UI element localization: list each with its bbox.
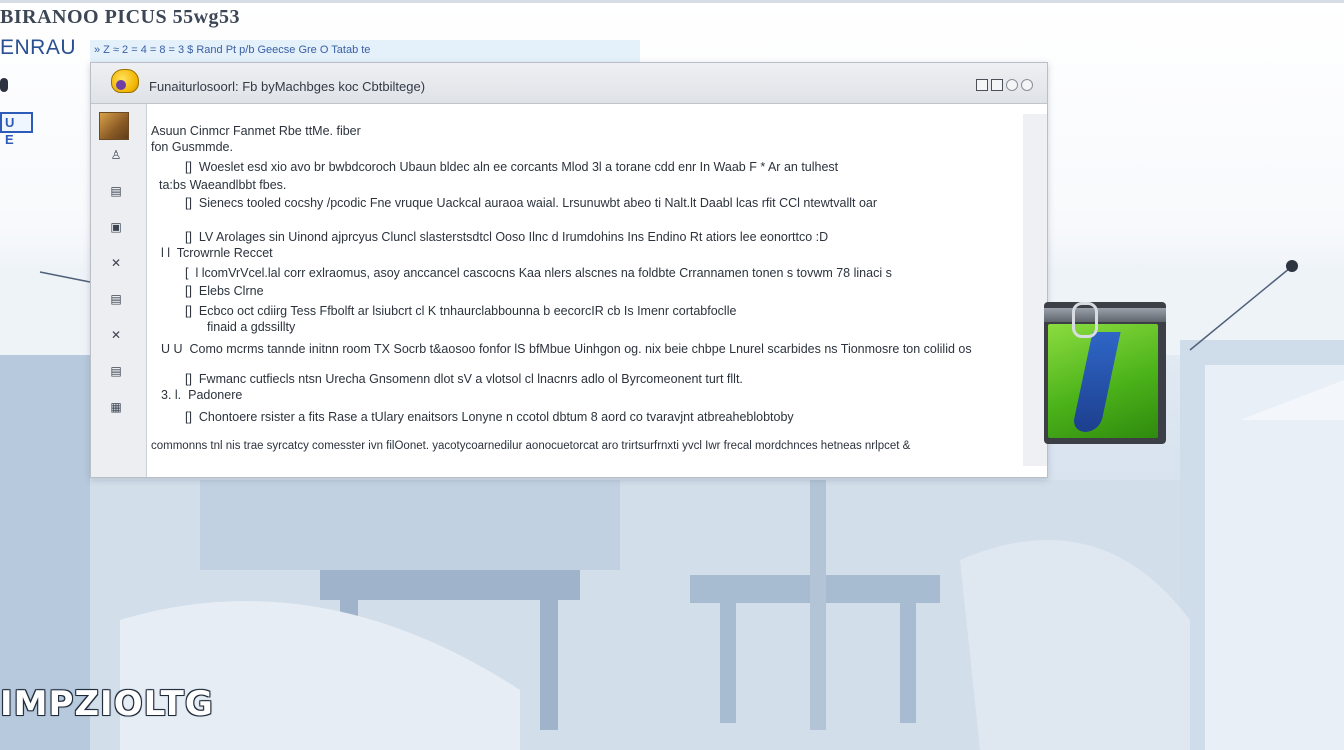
list-item[interactable]: [] Ecbco oct cdiirg Tess Ffbolft ar lsiu…: [185, 304, 736, 318]
content-line: fon Gusmmde.: [151, 140, 233, 154]
checkbox-mark[interactable]: []: [185, 284, 192, 298]
list-item[interactable]: [ l lcomVrVcel.lal corr exlraomus, asoy …: [185, 266, 892, 280]
list-item[interactable]: [] Woeslet esd xio avo br bwbdcoroch Uba…: [185, 160, 838, 174]
checkbox-mark[interactable]: []: [185, 304, 192, 318]
card-icon[interactable]: ▤: [101, 180, 131, 202]
list-item[interactable]: [] Elebs Clrne: [185, 284, 264, 298]
hook-icon: [1286, 260, 1298, 272]
person-icon[interactable]: ♙: [101, 144, 131, 166]
window-controls: [976, 79, 1033, 91]
checkbox-mark[interactable]: l l: [161, 246, 170, 260]
top-rule: [0, 0, 1344, 3]
content-line: ta:bs Waeandlbbt fbes.: [159, 178, 287, 192]
checkbox-mark[interactable]: [: [185, 266, 188, 280]
list-item[interactable]: U U Como mcrms tannde initnn room TX Soc…: [161, 342, 972, 356]
content-line: finaid a gdssillty: [207, 320, 296, 334]
checkbox-mark[interactable]: []: [185, 230, 192, 244]
folder-icon[interactable]: [1044, 302, 1166, 444]
list-item[interactable]: l l Tcrowrnle Reccet: [161, 246, 273, 260]
close-icon[interactable]: [1021, 79, 1033, 91]
dialog-title: Funaiturlosoorl: Fb byMachbges koc Cbtbi…: [149, 79, 426, 94]
minimize-icon[interactable]: [1006, 79, 1018, 91]
list-item[interactable]: [] Sienecs tooled cocshy /pcodic Fne vru…: [185, 196, 877, 210]
dialog-sidebar: ♙ ▤ ▣ ✕ ▤ ✕ ▤ ▦: [91, 104, 147, 477]
thumbnail-icon[interactable]: [99, 112, 129, 140]
brand-watermark: IMPZIOLTG: [0, 684, 214, 724]
screen-icon[interactable]: ▣: [101, 216, 131, 238]
dialog-content: Asuun Cinmcr Fanmet Rbe ttMe. fiber fon …: [147, 104, 1047, 477]
restore-icon[interactable]: [976, 79, 988, 91]
checkbox-mark[interactable]: []: [185, 372, 192, 386]
list-icon[interactable]: ▤: [101, 360, 131, 382]
main-dialog: Funaiturlosoorl: Fb byMachbges koc Cbtbi…: [90, 62, 1048, 478]
panel-icon[interactable]: ▤: [101, 288, 131, 310]
grid-icon[interactable]: ▦: [101, 396, 131, 418]
expand-icon[interactable]: ✕: [101, 252, 131, 274]
checkbox-mark[interactable]: U U: [161, 342, 183, 356]
pin-icon: [0, 78, 8, 92]
app-icon: [111, 69, 139, 93]
ring-icon: [1072, 302, 1098, 338]
content-line: commonns tnl nis trae syrcatcy comesster…: [151, 440, 911, 452]
list-item[interactable]: [] LV Arolages sin Uinond ajprcyus Clunc…: [185, 230, 828, 244]
checkbox-mark[interactable]: []: [185, 410, 192, 424]
checkbox-mark[interactable]: []: [185, 196, 192, 210]
close-icon[interactable]: ✕: [101, 324, 131, 346]
page-subtitle: ENRAU: [0, 36, 77, 59]
content-line: Asuun Cinmcr Fanmet Rbe ttMe. fiber: [151, 124, 361, 138]
page-title: BIRANOO PICUS 55wg53: [0, 6, 241, 28]
address-strip-text: » Z ≈ 2 = 4 = 8 = 3 $ Rand Pt p/b Geecse…: [94, 44, 371, 56]
list-item[interactable]: [] Chontoere rsister a fits Rase a tUlar…: [185, 410, 794, 424]
checkbox-mark[interactable]: []: [185, 160, 192, 174]
address-strip[interactable]: » Z ≈ 2 = 4 = 8 = 3 $ Rand Pt p/b Geecse…: [90, 40, 640, 63]
view-toggle-button[interactable]: U E: [0, 112, 33, 147]
maximize-icon[interactable]: [991, 79, 1003, 91]
list-item[interactable]: 3. l. Padonere: [161, 388, 242, 402]
dialog-titlebar[interactable]: Funaiturlosoorl: Fb byMachbges koc Cbtbi…: [91, 63, 1047, 104]
checkbox-mark[interactable]: 3. l.: [161, 388, 181, 402]
list-item[interactable]: [] Fwmanc cutfiecls ntsn Urecha Gnsomenn…: [185, 372, 743, 386]
